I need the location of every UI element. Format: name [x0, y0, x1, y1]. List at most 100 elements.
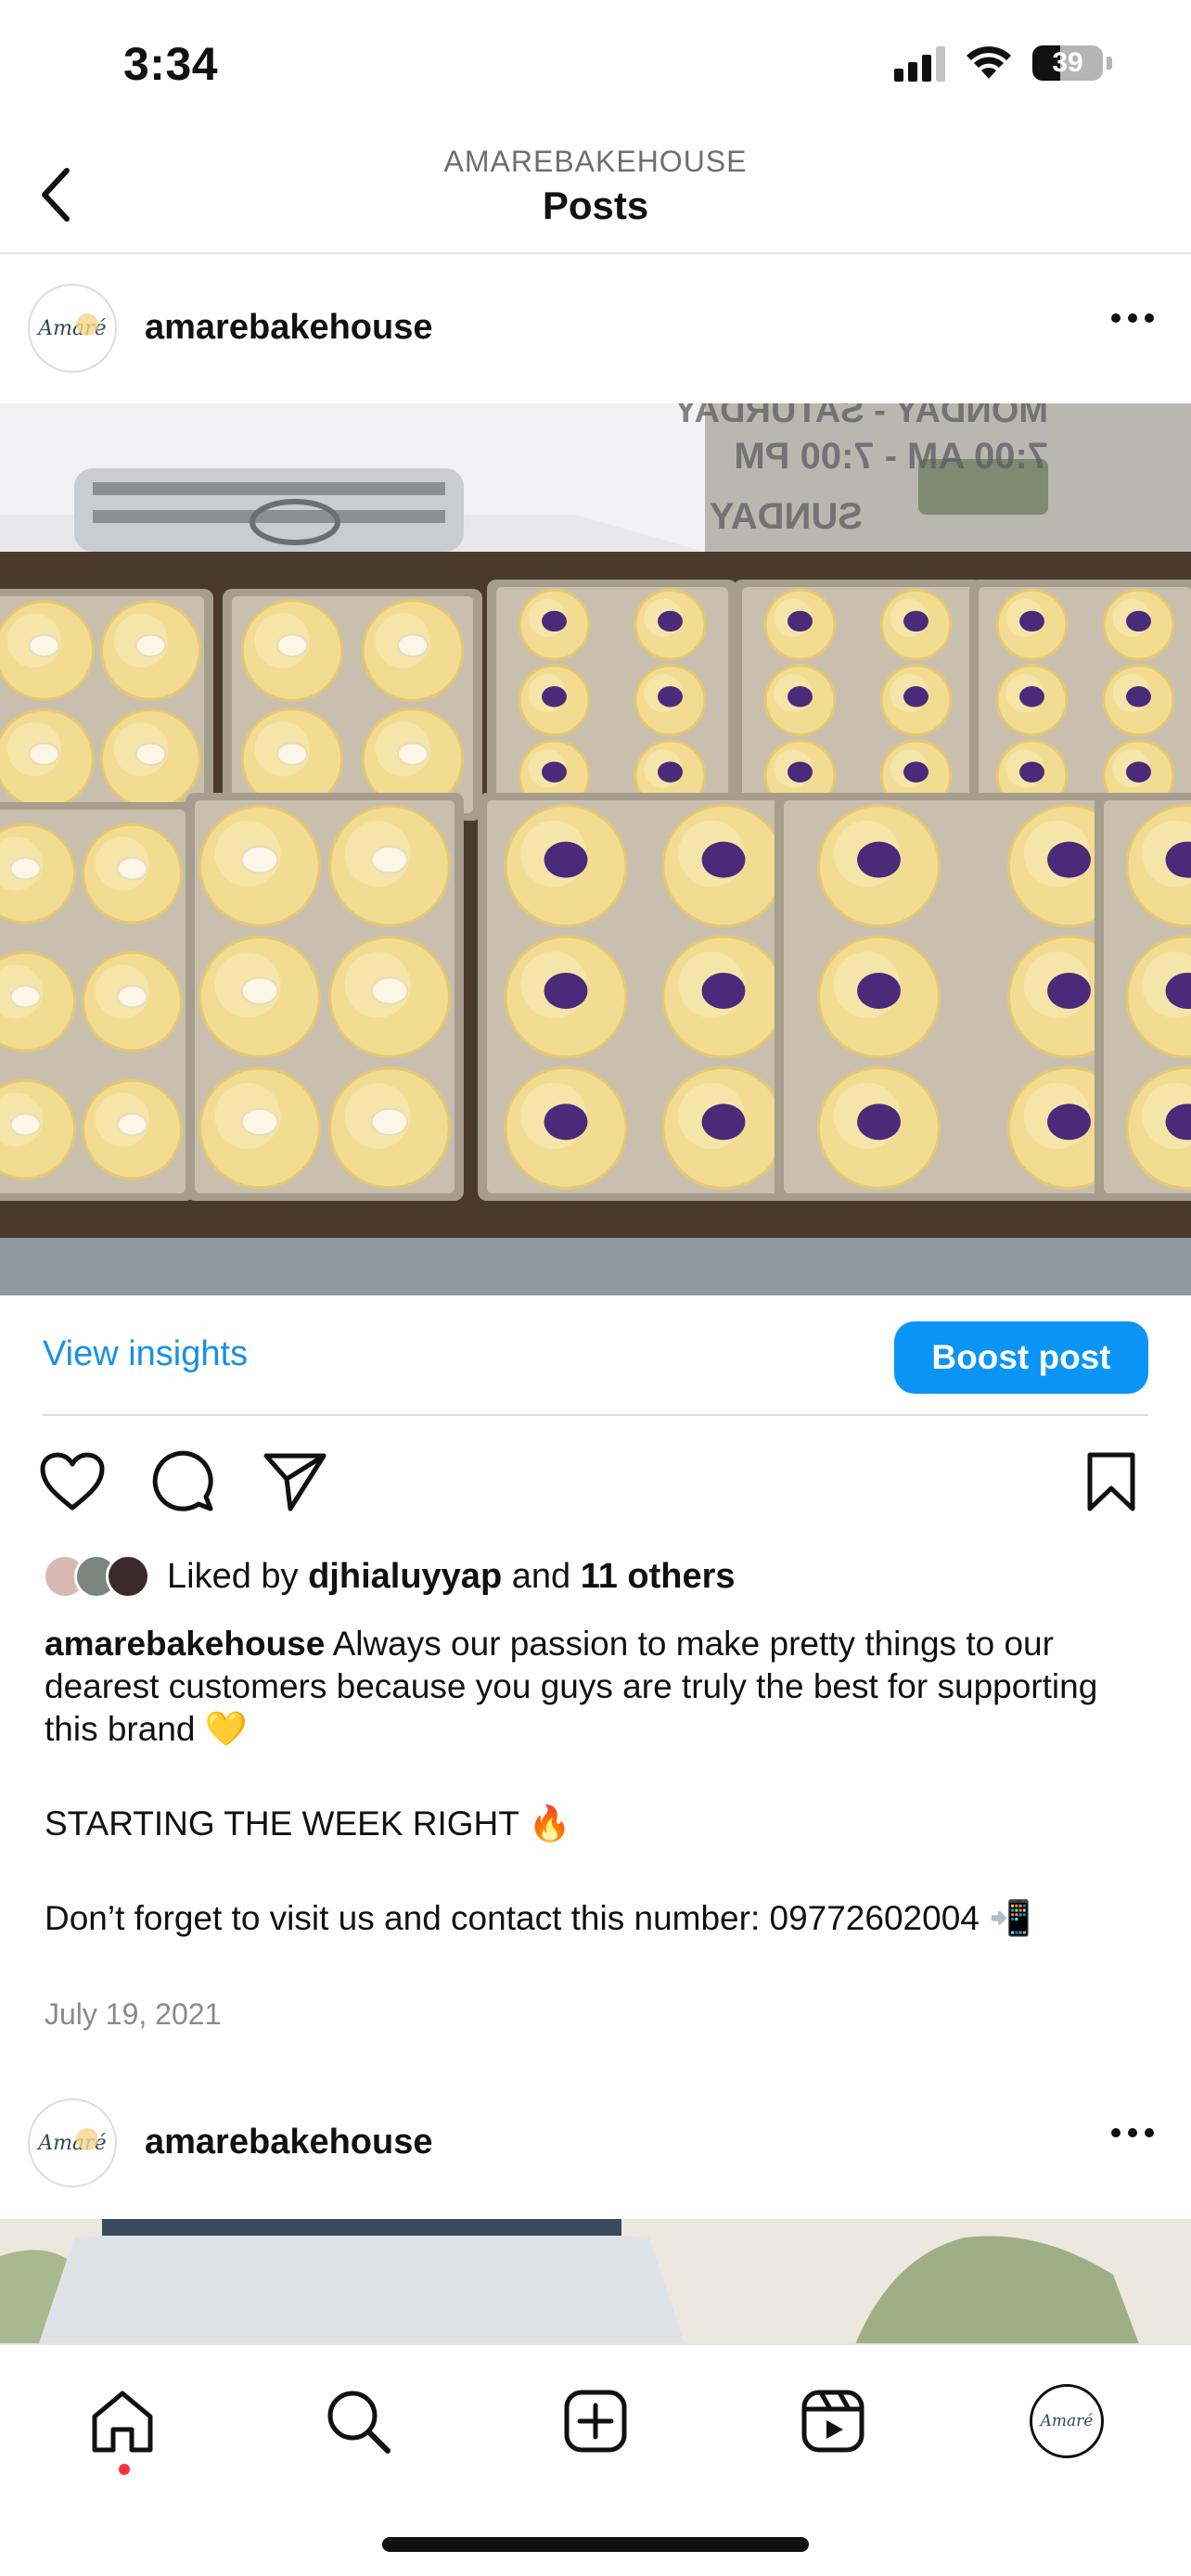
- more-dot-icon: [1145, 2128, 1154, 2137]
- avatar[interactable]: Amaré: [28, 284, 117, 373]
- post-header: Amaré amarebakehouse: [0, 256, 1191, 404]
- post-username[interactable]: amarebakehouse: [145, 2123, 433, 2162]
- liker-username[interactable]: djhialuyyap: [308, 1557, 502, 1596]
- ube-topping: [857, 1103, 901, 1141]
- ube-topping: [544, 841, 588, 878]
- likes-summary[interactable]: Liked by djhialuyyap and 11 others: [43, 1549, 736, 1604]
- ube-topping: [788, 610, 813, 632]
- ube-topping: [1019, 610, 1044, 632]
- status-time: 3:34: [123, 38, 219, 90]
- ube-topping: [903, 761, 928, 783]
- search-icon: [327, 2391, 391, 2454]
- liker-avatar: [106, 1554, 150, 1599]
- likes-others[interactable]: 11 others: [581, 1557, 736, 1596]
- hours-overlay-text: 7:00 AM - 7:00 PM: [734, 436, 1048, 477]
- cream-topping: [370, 846, 409, 874]
- ube-topping: [903, 686, 928, 708]
- next-post-image: [0, 2219, 1191, 2349]
- ube-topping: [857, 972, 901, 1010]
- battery-tip: [1107, 57, 1112, 70]
- more-options-button[interactable]: [1111, 313, 1154, 323]
- post-username[interactable]: amarebakehouse: [145, 308, 433, 348]
- cream-topping: [134, 633, 167, 657]
- share-button[interactable]: [260, 1447, 330, 1517]
- next-post-header: Amaré amarebakehouse: [0, 2071, 1191, 2219]
- ube-topping: [658, 761, 683, 783]
- next-post-photo[interactable]: [0, 2219, 1191, 2349]
- ube-topping: [658, 686, 683, 708]
- more-options-button[interactable]: [1111, 2128, 1154, 2137]
- cream-topping: [116, 857, 148, 881]
- cream-topping: [396, 742, 429, 766]
- status-icons: 39: [894, 45, 1112, 82]
- ube-topping: [701, 841, 746, 878]
- wifi-icon: [967, 46, 1011, 79]
- hours-overlay-text: SUNDAY: [709, 496, 863, 537]
- tab-profile[interactable]: Amaré: [1028, 2382, 1106, 2460]
- comment-button[interactable]: [148, 1447, 219, 1517]
- home-icon: [92, 2391, 153, 2453]
- ube-topping: [903, 610, 928, 632]
- cream-topping: [240, 1107, 279, 1137]
- divider: [43, 1414, 1148, 1416]
- cream-topping: [396, 633, 429, 657]
- cream-topping: [28, 742, 60, 766]
- like-button[interactable]: [37, 1447, 108, 1517]
- cream-topping: [275, 742, 309, 766]
- more-dot-icon: [1111, 2128, 1121, 2137]
- tab-create[interactable]: [557, 2382, 634, 2460]
- liker-avatars: [43, 1554, 150, 1599]
- ube-topping: [788, 761, 813, 783]
- more-dot-icon: [1128, 2128, 1137, 2137]
- nav-header: AMAREBAKEHOUSE Posts: [0, 130, 1191, 254]
- cream-topping: [9, 985, 42, 1009]
- caption-text: STARTING THE WEEK RIGHT 🔥: [45, 1804, 571, 1843]
- ube-topping: [542, 610, 567, 632]
- logo-accent: [76, 313, 98, 336]
- ube-topping: [544, 972, 588, 1010]
- status-bar: 3:34 39: [0, 0, 1191, 130]
- more-dot-icon: [1111, 313, 1121, 323]
- caption-username[interactable]: amarebakehouse: [45, 1625, 325, 1663]
- boost-post-button[interactable]: Boost post: [894, 1321, 1148, 1394]
- ube-topping: [1126, 761, 1151, 783]
- profile-avatar: Amaré: [1030, 2384, 1104, 2458]
- account-name: AMAREBAKEHOUSE: [443, 145, 748, 178]
- cream-topping: [275, 633, 309, 657]
- cream-topping: [240, 976, 279, 1005]
- avatar[interactable]: Amaré: [28, 2098, 117, 2187]
- save-button[interactable]: [1076, 1447, 1146, 1517]
- battery-level: 39: [1052, 47, 1083, 78]
- add-post-icon: [564, 2390, 627, 2453]
- bookmark-icon: [1087, 1452, 1135, 1511]
- view-insights-link[interactable]: View insights: [43, 1334, 248, 1374]
- send-icon: [263, 1453, 327, 1511]
- tab-reels[interactable]: [794, 2382, 872, 2460]
- likes-text: Liked by djhialuyyap and 11 others: [167, 1557, 736, 1597]
- ube-topping: [542, 686, 567, 708]
- caption-text: Don’t forget to visit us and contact thi…: [45, 1899, 1032, 1937]
- ube-topping: [1126, 610, 1151, 632]
- post-photo[interactable]: MONDAY - SATURDAY 7:00 AM - 7:00 PM SUND…: [0, 403, 1191, 1295]
- insights-row: View insights Boost post: [0, 1295, 1191, 1416]
- cream-topping: [116, 985, 148, 1009]
- more-dot-icon: [1128, 313, 1137, 323]
- ube-topping: [544, 1103, 588, 1141]
- cream-topping: [370, 976, 409, 1005]
- post-caption: amarebakehouse Always our passion to mak…: [45, 1623, 1148, 1940]
- tab-search[interactable]: [319, 2382, 397, 2460]
- cream-topping: [9, 1113, 42, 1137]
- ube-topping: [542, 761, 567, 783]
- likes-and: and: [502, 1556, 581, 1596]
- home-notification-dot: [119, 2464, 130, 2475]
- ube-topping: [701, 1103, 746, 1141]
- reels-icon: [801, 2390, 864, 2453]
- ube-topping: [658, 610, 683, 632]
- ube-topping: [1019, 686, 1044, 708]
- ube-topping: [701, 972, 746, 1010]
- cream-topping: [9, 857, 42, 881]
- post-date: July 19, 2021: [45, 1997, 222, 2031]
- ube-topping: [1047, 972, 1091, 1010]
- comment-icon: [152, 1450, 213, 1511]
- tab-home[interactable]: [83, 2382, 161, 2460]
